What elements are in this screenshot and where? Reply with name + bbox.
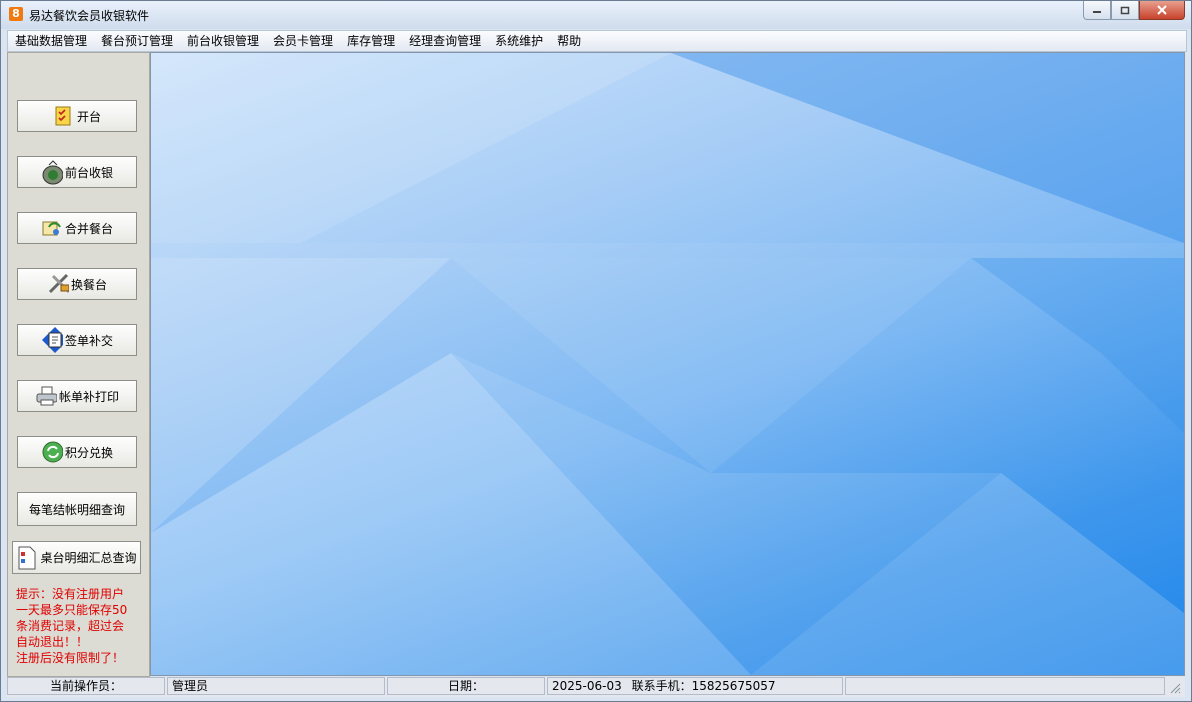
printer-icon <box>35 385 57 407</box>
resize-grip-icon[interactable] <box>1169 682 1181 694</box>
table-summary-query-label: 桌台明细汇总查询 <box>40 551 137 565</box>
restore-button[interactable] <box>1111 1 1139 20</box>
window-controls <box>1083 1 1185 20</box>
close-icon <box>1157 5 1167 15</box>
app-window: 8 易达餐饮会员收银软件 基础数据管理 餐台预订管理 前台收银管理 会员卡管理 … <box>0 0 1192 702</box>
close-button[interactable] <box>1139 1 1185 20</box>
main-workspace-background <box>150 52 1185 676</box>
window-title: 易达餐饮会员收银软件 <box>29 9 150 23</box>
sign-bill-button[interactable]: 签单补交 <box>17 324 137 356</box>
table-summary-query-button[interactable]: 桌台明细汇总查询 <box>12 541 141 574</box>
money-bag-icon <box>41 160 63 185</box>
document-icon <box>16 546 38 569</box>
checklist-icon <box>53 105 75 127</box>
notice-line: 条消费记录，超过会 <box>16 619 125 633</box>
open-table-label: 开台 <box>76 109 101 124</box>
menu-bar: 基础数据管理 餐台预订管理 前台收银管理 会员卡管理 库存管理 经理查询管理 系… <box>7 30 1187 52</box>
minimize-icon <box>1093 11 1101 13</box>
restore-icon <box>1120 6 1130 14</box>
merge-table-label: 合并餐台 <box>64 221 113 236</box>
points-exchange-label: 积分兑换 <box>64 445 113 460</box>
status-bar: 当前操作员： 管理员 日期： 2025-06-03 联系手机：158256750… <box>7 677 1185 697</box>
checkout-detail-query-label: 每笔结帐明细查询 <box>28 502 125 517</box>
phone-text: 联系手机：15825675057 <box>631 679 776 693</box>
book-icon <box>41 327 63 353</box>
sidebar: 开台 前台收银 合并餐台 换餐台 签单补交 帐单补打印 积分兑换 每笔结帐明细查… <box>7 52 150 677</box>
notice-line: 自动退出！！ <box>16 635 89 649</box>
menu-table-reservation[interactable]: 餐台预订管理 <box>94 31 180 51</box>
date-and-phone: 2025-06-03 联系手机：15825675057 <box>547 677 843 695</box>
date-label: 日期： <box>387 677 545 695</box>
menu-help[interactable]: 帮助 <box>550 31 588 51</box>
minimize-button[interactable] <box>1083 1 1111 20</box>
sign-bill-label: 签单补交 <box>64 333 113 348</box>
change-table-label: 换餐台 <box>70 277 107 292</box>
points-exchange-button[interactable]: 积分兑换 <box>17 436 137 468</box>
menu-basic-data[interactable]: 基础数据管理 <box>8 31 94 51</box>
operator-label: 当前操作员： <box>7 677 165 695</box>
registration-notice: 提示：没有注册用户 一天最多只能保存50 条消费记录，超过会 自动退出！！ 注册… <box>16 586 144 666</box>
notice-line: 提示：没有注册用户 <box>16 587 125 601</box>
menu-front-cashier[interactable]: 前台收银管理 <box>180 31 266 51</box>
reprint-bill-button[interactable]: 帐单补打印 <box>17 380 137 412</box>
operator-value: 管理员 <box>167 677 385 695</box>
merge-icon <box>41 217 63 239</box>
tools-icon <box>47 273 69 295</box>
menu-member-card[interactable]: 会员卡管理 <box>266 31 340 51</box>
status-empty-cell <box>845 677 1165 695</box>
menu-inventory[interactable]: 库存管理 <box>340 31 402 51</box>
front-cashier-button[interactable]: 前台收银 <box>17 156 137 188</box>
date-value: 2025-06-03 <box>552 679 622 693</box>
exchange-icon <box>41 441 63 463</box>
title-bar: 8 易达餐饮会员收银软件 <box>1 1 1191 29</box>
reprint-bill-label: 帐单补打印 <box>58 389 119 404</box>
app-icon: 8 <box>9 7 23 21</box>
menu-system-maintenance[interactable]: 系统维护 <box>488 31 550 51</box>
front-cashier-label: 前台收银 <box>64 165 113 180</box>
notice-line: 一天最多只能保存50 <box>16 603 128 617</box>
merge-table-button[interactable]: 合并餐台 <box>17 212 137 244</box>
change-table-button[interactable]: 换餐台 <box>17 268 137 300</box>
checkout-detail-query-button[interactable]: 每笔结帐明细查询 <box>17 492 137 526</box>
notice-line: 注册后没有限制了！ <box>16 651 125 665</box>
menu-manager-query[interactable]: 经理查询管理 <box>402 31 488 51</box>
background-facets <box>151 53 1184 675</box>
open-table-button[interactable]: 开台 <box>17 100 137 132</box>
